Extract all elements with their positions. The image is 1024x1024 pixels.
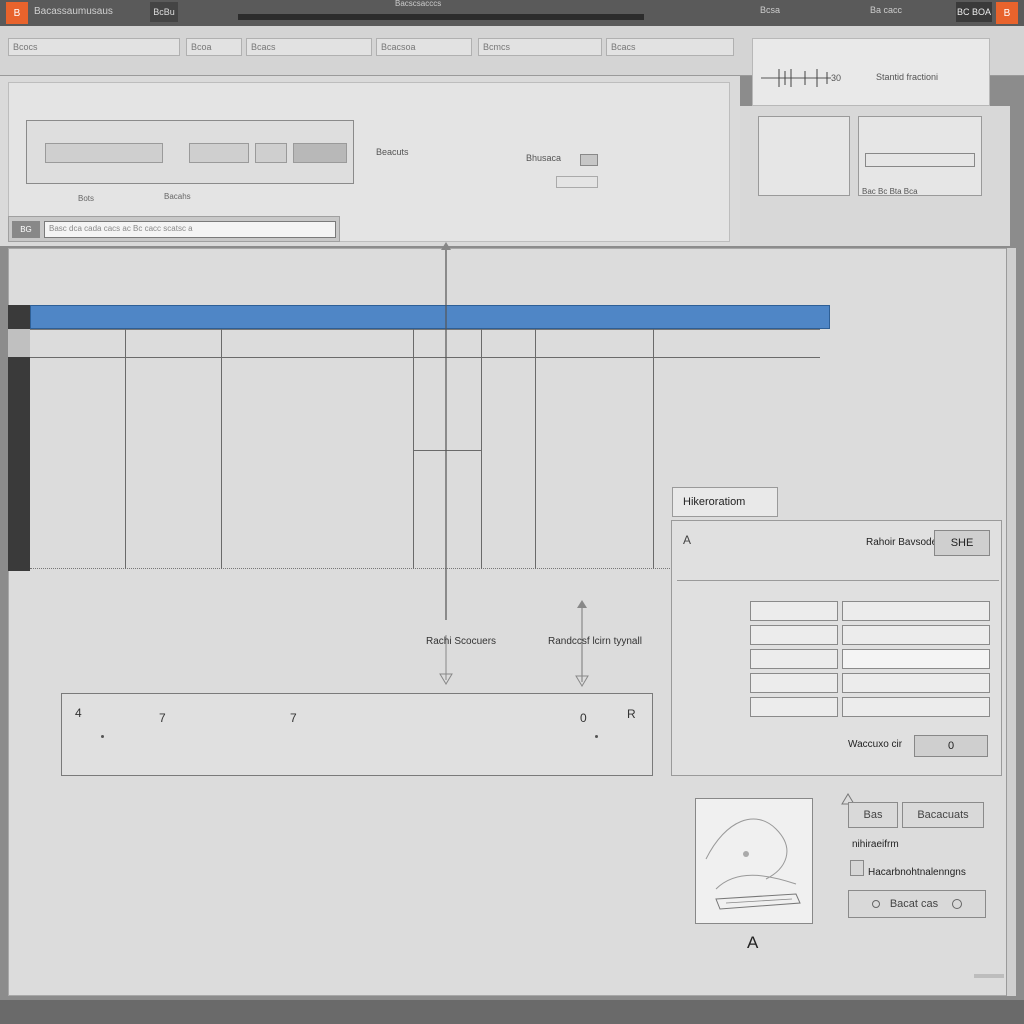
properties-field-button[interactable]: SHE <box>934 530 990 556</box>
property-cell[interactable] <box>842 625 990 645</box>
navigator-field <box>865 153 975 167</box>
status-bar <box>0 1000 1024 1024</box>
info-value-3: 7 <box>290 711 297 725</box>
marker-label: Randccsf lcirn tyynall <box>548 636 642 647</box>
grid-line <box>125 329 126 569</box>
value-field[interactable]: 0 <box>914 735 988 757</box>
sketch-image <box>705 818 801 910</box>
toolbar-button-3[interactable]: Bcacs <box>246 38 372 56</box>
search-input[interactable]: Basc dca cada cacs ac Bc cacc scatsc a <box>44 221 336 238</box>
toolbar-button-6[interactable]: Bcacs <box>606 38 734 56</box>
grid-line <box>535 329 536 569</box>
info-value-5: R <box>627 707 636 721</box>
ruler-segment <box>189 143 249 163</box>
row-header-notch <box>8 329 30 357</box>
info-value-1: 4 <box>75 706 82 720</box>
info-value-2: 7 <box>159 711 166 725</box>
property-cell[interactable] <box>750 625 838 645</box>
info-strip <box>61 693 653 776</box>
property-cell[interactable] <box>842 673 990 693</box>
side-label-2: Hacarbnohtnalenngns <box>868 867 966 878</box>
grid-line <box>481 329 482 569</box>
image-caption: A <box>747 933 759 952</box>
toolbar-button-1[interactable]: Bcocs <box>8 38 180 56</box>
property-cell[interactable] <box>750 649 838 669</box>
radio-icon <box>871 900 880 908</box>
ruler-button-label: Bhusaca <box>526 153 562 163</box>
resize-grip[interactable] <box>974 974 1004 978</box>
window-title: Bacassaumusaus <box>34 6 113 17</box>
property-cell[interactable] <box>842 697 990 717</box>
properties-field-label: Rahoir Bavsode <box>866 537 938 548</box>
property-cell[interactable] <box>842 601 990 621</box>
account-button[interactable]: BC BOA <box>956 2 992 22</box>
grid-line <box>30 357 820 358</box>
menu-item-right-1[interactable]: Bcsa <box>760 6 780 15</box>
ruler-slot[interactable] <box>556 176 598 188</box>
property-cell-selected[interactable] <box>842 649 990 669</box>
title-bar: B Bacassaumusaus BcBu Bacscsacccs Bcsa B… <box>0 0 1024 26</box>
preview-code: 30 <box>831 73 842 83</box>
ruler-segment <box>293 143 347 163</box>
dock-caption-2: Bacahs <box>164 192 191 201</box>
app-icon[interactable]: B <box>6 2 28 24</box>
navigator-panel: Bac Bc Bta Bca <box>740 106 1010 246</box>
properties-tab[interactable]: Hikeroratiom <box>672 487 778 517</box>
info-value-4: 0 <box>580 711 587 725</box>
info-icon <box>952 899 963 909</box>
ruler-segment <box>45 143 163 163</box>
side-button-1[interactable]: Bas <box>848 802 898 828</box>
preview-panel: 30 <box>752 38 990 106</box>
navigator-thumbnail-2[interactable] <box>858 116 982 196</box>
side-button-bottom-label: Bacat cas <box>889 898 939 910</box>
ruler-box <box>26 120 354 184</box>
close-button[interactable]: B <box>996 2 1018 24</box>
toolbar-button-4[interactable]: Bcacsoa <box>376 38 472 56</box>
playhead-arrow[interactable] <box>430 240 470 690</box>
ruler-label: Beacuts <box>376 147 409 157</box>
properties-corner-label: A <box>683 533 692 547</box>
info-dot <box>595 735 598 738</box>
ruler-segment <box>255 143 287 163</box>
grid-line <box>413 329 414 569</box>
image-thumbnail[interactable] <box>695 798 813 924</box>
side-button-bottom[interactable]: Bacat cas <box>848 890 986 918</box>
document-tab[interactable]: BcBu <box>150 2 178 22</box>
toolbar-button-2[interactable]: Bcoa <box>186 38 242 56</box>
side-label-1: nihiraeifrm <box>852 839 899 850</box>
dock-caption: Bots <box>78 194 95 203</box>
vertical-scrollbar[interactable] <box>1006 248 1016 996</box>
document-title: Bacscsacccs <box>395 0 442 8</box>
navigator-thumbnail-1[interactable] <box>758 116 850 196</box>
value-label: Waccuxo cir <box>848 739 903 750</box>
grid-line <box>653 329 654 569</box>
property-cell[interactable] <box>750 601 838 621</box>
side-checkbox[interactable] <box>850 860 864 876</box>
side-button-2[interactable]: Bacacuats <box>902 802 984 828</box>
info-dot <box>101 735 104 738</box>
divider <box>677 580 999 581</box>
playhead-label: Rachi Scocuers <box>426 636 497 647</box>
title-progress-bar <box>238 14 644 20</box>
preview-label: Stantid fractioni <box>876 72 939 82</box>
toolbar-button-5[interactable]: Bcmcs <box>478 38 602 56</box>
search-icon[interactable]: BG <box>12 221 40 238</box>
navigator-caption: Bac Bc Bta Bca <box>862 187 918 196</box>
property-cell[interactable] <box>750 673 838 693</box>
waveform-icon <box>761 69 831 87</box>
property-cell[interactable] <box>750 697 838 717</box>
menu-item-right-2[interactable]: Ba cacc <box>870 6 902 15</box>
grid-line <box>221 329 222 569</box>
ruler-button[interactable] <box>580 154 598 166</box>
